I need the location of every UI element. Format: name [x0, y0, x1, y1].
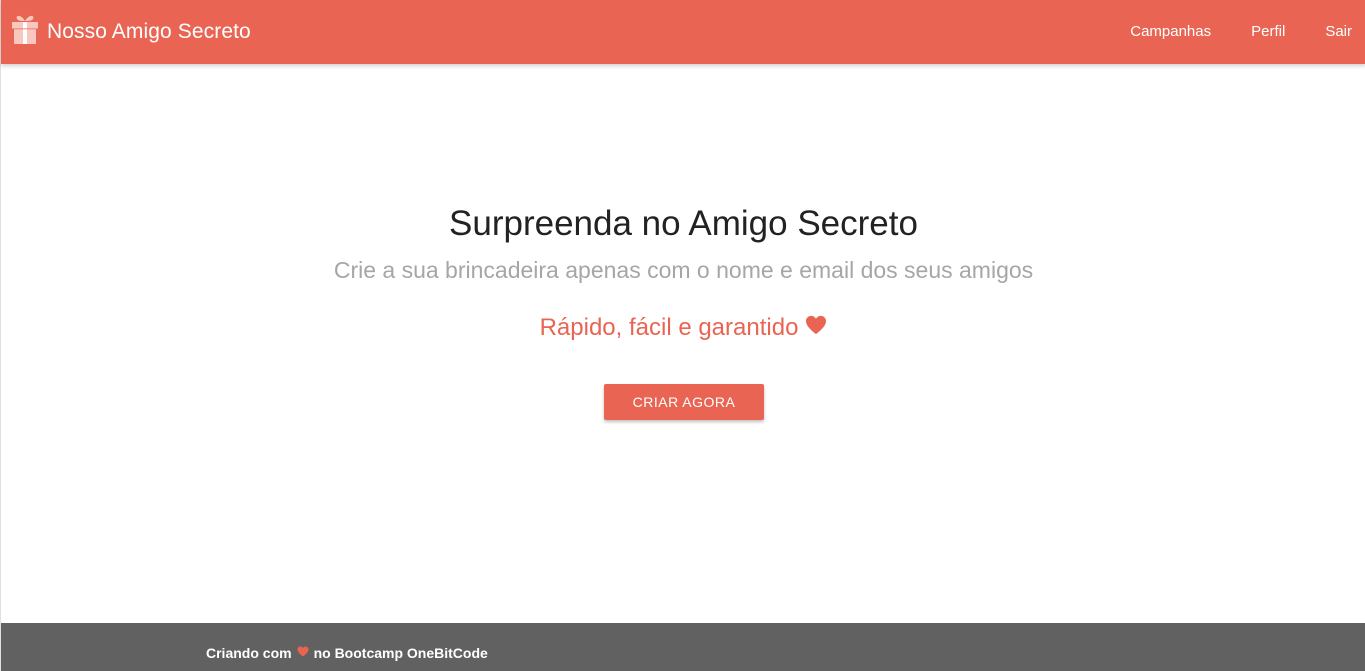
brand-title: Nosso Amigo Secreto	[47, 20, 251, 43]
hero-section: Surpreenda no Amigo Secreto Crie a sua b…	[1, 64, 1365, 623]
page: Nosso Amigo Secreto Campanhas Perfil Sai…	[0, 0, 1365, 671]
nav-link-perfil[interactable]: Perfil	[1251, 23, 1285, 40]
heart-icon	[297, 646, 309, 657]
footer-text-before: Criando com	[206, 645, 292, 661]
hero-tagline-text: Rápido, fácil e garantido	[539, 314, 799, 341]
brand-link[interactable]: Nosso Amigo Secreto	[11, 0, 251, 64]
hero-title: Surpreenda no Amigo Secreto	[449, 204, 918, 243]
footer-text-after: no Bootcamp OneBitCode	[313, 645, 488, 661]
nav-links: Campanhas Perfil Sair	[1090, 0, 1352, 64]
nav-link-campanhas[interactable]: Campanhas	[1130, 23, 1211, 40]
hero-tagline: Rápido, fácil e garantido	[1, 314, 1365, 342]
criar-agora-button[interactable]: CRIAR AGORA	[604, 384, 764, 420]
footer: Criando com no Bootcamp OneBitCode	[1, 623, 1365, 671]
navbar: Nosso Amigo Secreto Campanhas Perfil Sai…	[1, 0, 1365, 64]
footer-text: Criando com no Bootcamp OneBitCode	[206, 645, 488, 661]
hero-subtitle: Crie a sua brincadeira apenas com o nome…	[333, 257, 1034, 283]
gift-icon	[12, 15, 38, 44]
nav-link-sair[interactable]: Sair	[1325, 23, 1352, 40]
heart-icon	[806, 315, 827, 335]
